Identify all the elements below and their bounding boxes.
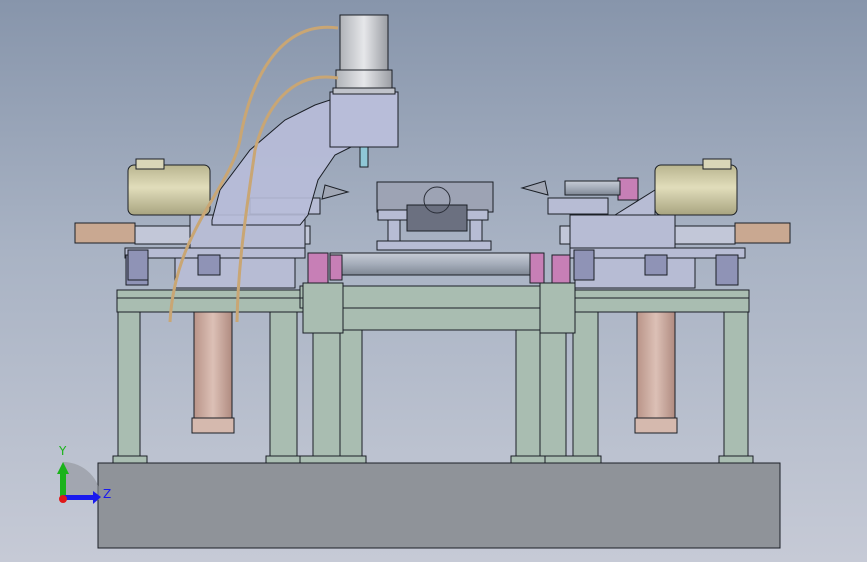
left-slide-table[interactable] — [74, 214, 311, 289]
left-cylinder-cap — [191, 417, 235, 434]
base-block[interactable] — [97, 462, 781, 549]
z-axis-label: Z — [103, 487, 111, 501]
cad-viewport[interactable]: Y Z — [0, 0, 867, 562]
left-motor[interactable] — [127, 158, 211, 216]
press-head[interactable] — [329, 91, 399, 148]
left-lift-cylinder[interactable] — [193, 311, 233, 433]
feet — [112, 455, 754, 464]
top-air-cylinder[interactable] — [332, 14, 396, 95]
workpiece-fixture[interactable] — [376, 181, 494, 251]
z-axis-arrow-icon — [63, 495, 93, 500]
right-cylinder-cap — [634, 417, 678, 434]
machine-assembly-drawing: Y Z — [57, 14, 791, 549]
x-axis-point-icon — [59, 495, 67, 503]
right-lift-cylinder[interactable] — [636, 311, 676, 433]
transfer-shaft[interactable] — [329, 252, 531, 276]
y-axis-label: Y — [58, 444, 67, 458]
press-punch — [359, 146, 369, 168]
